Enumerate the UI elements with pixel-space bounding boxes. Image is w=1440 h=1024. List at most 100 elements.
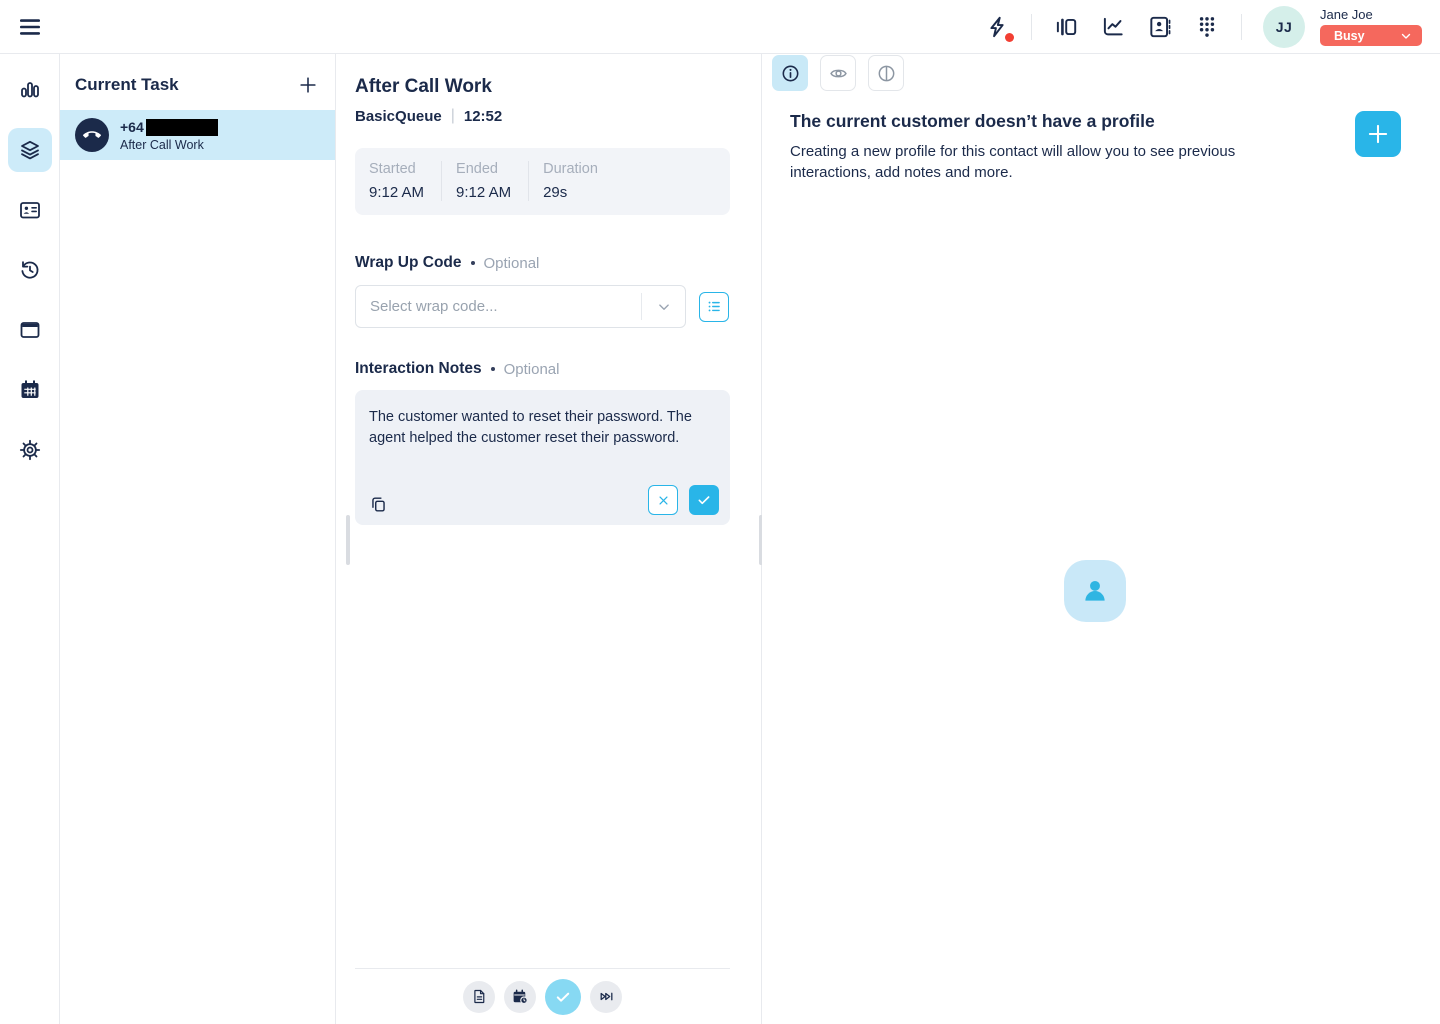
copy-notes-button[interactable] (369, 495, 388, 514)
create-profile-button[interactable] (1355, 111, 1401, 157)
stat-ended: Ended 9:12 AM (442, 161, 529, 201)
task-panel-title: Current Task (75, 75, 179, 95)
task-avatar (75, 118, 109, 152)
dialpad-icon (1194, 14, 1220, 40)
quick-connects-button[interactable] (984, 14, 1010, 40)
side-panels-button[interactable] (1053, 14, 1079, 40)
queue-name: BasicQueue (355, 108, 442, 125)
user-name: Jane Joe (1320, 7, 1373, 22)
panel-resize-handle[interactable] (346, 515, 350, 565)
stat-value: 9:12 AM (369, 184, 424, 201)
sidebar-item-tasks[interactable] (8, 128, 52, 172)
check-icon (696, 492, 712, 508)
customer-profile-panel: The current customer doesn’t have a prof… (762, 54, 1440, 1024)
no-profile-heading: The current customer doesn’t have a prof… (790, 111, 1262, 132)
copy-icon (369, 495, 388, 514)
task-list-item[interactable]: +64 After Call Work (60, 110, 335, 160)
sidebar-item-stats[interactable] (8, 68, 52, 112)
acw-action-bar (355, 968, 730, 1024)
plus-icon (1365, 121, 1391, 147)
sidebar-item-browser[interactable] (8, 308, 52, 352)
directory-button[interactable] (1147, 14, 1173, 40)
split-circle-icon (876, 63, 897, 84)
schedule-callback-button[interactable] (504, 981, 536, 1013)
interaction-notes-text: The customer wanted to reset their passw… (369, 407, 716, 449)
bullet-dot (471, 261, 475, 265)
bullet-dot (491, 367, 495, 371)
stat-label: Ended (456, 161, 511, 177)
notes-optional-label: Optional (504, 361, 560, 378)
tab-split-view[interactable] (868, 55, 904, 91)
calendar-icon (18, 378, 42, 402)
topbar-divider (1241, 14, 1242, 40)
browser-window-icon (18, 318, 42, 342)
stat-duration: Duration 29s (529, 161, 615, 201)
top-bar: JJ Jane Joe Busy (0, 0, 1440, 54)
sidebar-item-contacts[interactable] (8, 188, 52, 232)
acw-timer: 12:52 (464, 108, 502, 125)
layers-icon (18, 138, 42, 162)
list-icon (706, 298, 723, 315)
gear-icon (18, 438, 42, 462)
profile-placeholder (1064, 560, 1126, 622)
metrics-button[interactable] (1100, 14, 1126, 40)
line-chart-icon (1100, 14, 1126, 40)
dialpad-button[interactable] (1194, 14, 1220, 40)
avatar-initials: JJ (1276, 19, 1293, 35)
person-icon (1078, 574, 1112, 608)
stat-label: Duration (543, 161, 598, 177)
wrap-up-code-label: Wrap Up Code (355, 254, 462, 272)
no-profile-description: Creating a new profile for this contact … (790, 141, 1262, 183)
left-sidebar (0, 54, 60, 1024)
chevron-down-icon (1399, 29, 1413, 43)
task-status-label: After Call Work (120, 138, 218, 152)
wrap-code-placeholder: Select wrap code... (370, 298, 498, 315)
call-summary-card: Started 9:12 AM Ended 9:12 AM Duration 2… (355, 148, 730, 215)
view-transcript-button[interactable] (463, 981, 495, 1013)
tab-preview[interactable] (820, 55, 856, 91)
hamburger-menu-button[interactable] (16, 13, 44, 41)
stat-started: Started 9:12 AM (355, 161, 442, 201)
side-panels-icon (1053, 14, 1079, 40)
tab-info[interactable] (772, 55, 808, 91)
sidebar-item-history[interactable] (8, 248, 52, 292)
complete-task-button[interactable] (545, 979, 581, 1015)
acw-title: After Call Work (355, 76, 729, 98)
chevron-down-icon (655, 298, 673, 316)
notification-dot (1005, 33, 1014, 42)
redacted-phone-number (146, 119, 218, 136)
phone-down-icon (83, 126, 101, 144)
status-label: Busy (1334, 29, 1365, 43)
accept-notes-button[interactable] (689, 485, 719, 515)
current-task-panel: Current Task +64 After Call Work (60, 54, 336, 1024)
stat-value: 9:12 AM (456, 184, 511, 201)
wrap-code-list-button[interactable] (699, 292, 729, 322)
skip-icon (598, 988, 615, 1005)
plus-icon (297, 74, 319, 96)
interaction-notes-field[interactable]: The customer wanted to reset their passw… (355, 390, 730, 525)
hamburger-menu-icon (16, 13, 44, 41)
calendar-clock-icon (511, 988, 529, 1006)
wrap-code-select[interactable]: Select wrap code... (355, 285, 686, 328)
queue-timer-divider: | (451, 107, 455, 125)
check-icon (554, 988, 572, 1006)
address-book-icon (1147, 14, 1173, 40)
wrap-up-optional-label: Optional (484, 255, 540, 272)
sidebar-item-calendar[interactable] (8, 368, 52, 412)
bar-chart-icon (18, 78, 42, 102)
after-call-work-panel: After Call Work BasicQueue | 12:52 Start… (336, 54, 762, 1024)
eye-icon (828, 63, 849, 84)
add-task-button[interactable] (297, 74, 319, 96)
task-phone-prefix: +64 (120, 119, 144, 136)
skip-button[interactable] (590, 981, 622, 1013)
stat-value: 29s (543, 184, 598, 201)
topbar-divider (1031, 14, 1032, 40)
document-icon (471, 988, 488, 1005)
contact-card-icon (18, 198, 42, 222)
status-dropdown[interactable]: Busy (1320, 25, 1422, 46)
info-icon (780, 63, 801, 84)
sidebar-item-settings[interactable] (8, 428, 52, 472)
profile-tabs (772, 55, 1440, 91)
reject-notes-button[interactable] (648, 485, 678, 515)
interaction-notes-label: Interaction Notes (355, 360, 482, 378)
